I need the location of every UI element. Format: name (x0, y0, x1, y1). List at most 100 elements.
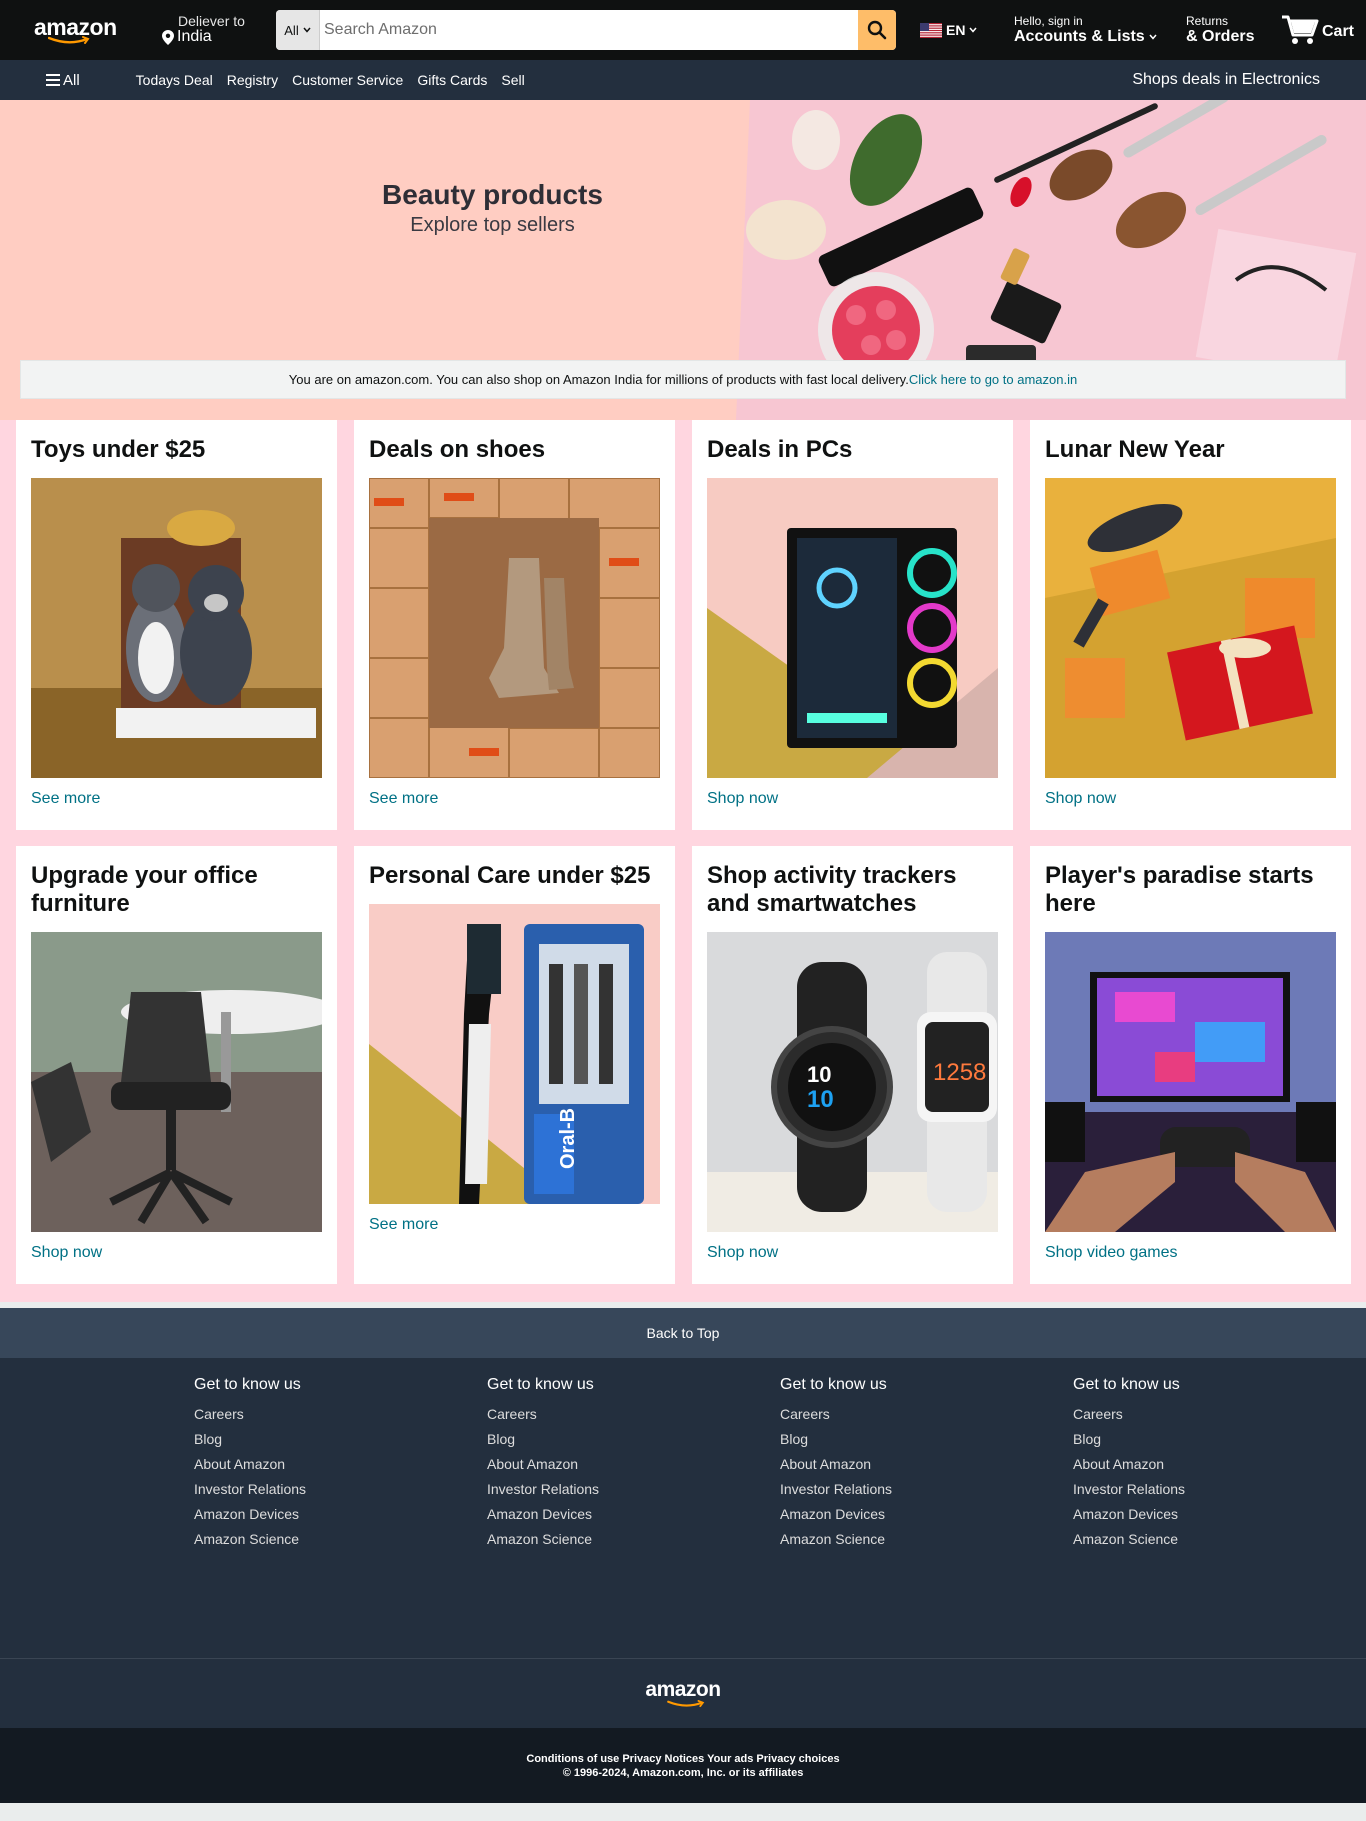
card-title: Deals on shoes (369, 436, 546, 463)
footer-link-blog[interactable]: Blog (487, 1427, 780, 1452)
toys-image[interactable] (31, 478, 322, 778)
see-more-link[interactable]: See more (369, 1216, 660, 1234)
footer-link-science[interactable]: Amazon Science (487, 1527, 780, 1552)
footer-link-devices[interactable]: Amazon Devices (1073, 1502, 1366, 1527)
subnav-gift-cards[interactable]: Gifts Cards (417, 72, 487, 88)
cart-label: Cart (1322, 23, 1355, 40)
all-menu-button[interactable]: All (46, 72, 80, 89)
top-navbar: amazon Deliever to India All Search Amaz… (0, 0, 1366, 60)
returns-orders-link[interactable]: Returns & Orders (1186, 14, 1268, 46)
search-input[interactable] (320, 10, 858, 50)
copyright-text: © 1996-2024, Amazon.com, Inc. or its aff… (562, 1766, 804, 1779)
footer-link-about[interactable]: About Amazon (1073, 1452, 1366, 1477)
footer-link-careers[interactable]: Careers (487, 1402, 780, 1427)
main-content: Beauty products Explore top sellers You … (0, 100, 1366, 1302)
hero-text: Beauty products Explore top sellers (0, 178, 985, 238)
card-toys: Toys under $25 See more (16, 420, 337, 830)
amazon-logo[interactable]: amazon (34, 15, 124, 45)
card-pcs: Deals in PCs Shop now (692, 420, 1013, 830)
language-selector[interactable]: EN (920, 22, 984, 38)
hero-title: Beauty products (382, 179, 603, 210)
region-notice: You are on amazon.com. You can also shop… (20, 360, 1346, 399)
back-to-top-label: Back to Top (646, 1325, 720, 1341)
back-to-top-button[interactable]: Back to Top (0, 1308, 1366, 1358)
card-video-games: Player's paradise starts here Shop video… (1030, 846, 1351, 1284)
hero-banner[interactable]: Beauty products Explore top sellers You … (0, 100, 1366, 420)
returns-label: Returns (1186, 14, 1229, 28)
secondary-navbar: All Todays Deal Registry Customer Servic… (0, 60, 1366, 100)
cart-button[interactable]: Cart (1280, 13, 1354, 47)
gaming-pc-image[interactable] (707, 478, 998, 778)
footer-link-investor-relations[interactable]: Investor Relations (194, 1477, 487, 1502)
shoes-image[interactable] (369, 478, 660, 778)
shop-now-link[interactable]: Shop now (707, 1244, 998, 1262)
card-title: Lunar New Year (1045, 436, 1225, 463)
footer-legal: Conditions of use Privacy Notices Your a… (0, 1728, 1366, 1803)
product-card-grid: Toys under $25 See more Deals on shoes S… (0, 420, 1366, 1302)
footer-logo[interactable]: amazon (0, 1658, 1366, 1728)
card-smartwatches: Shop activity trackers and smartwatches … (692, 846, 1013, 1284)
card-title: Player's paradise starts here (1045, 862, 1314, 917)
footer-link-devices[interactable]: Amazon Devices (487, 1502, 780, 1527)
footer-link-blog[interactable]: Blog (780, 1427, 1073, 1452)
footer-link-devices[interactable]: Amazon Devices (780, 1502, 1073, 1527)
search-button[interactable] (858, 10, 896, 50)
footer-link-devices[interactable]: Amazon Devices (194, 1502, 487, 1527)
shop-now-link[interactable]: Shop now (1045, 790, 1336, 808)
search-category-select[interactable]: All (276, 10, 320, 50)
svg-text:1258: 1258 (933, 1059, 986, 1086)
deliver-to-location[interactable]: Deliever to India (162, 14, 258, 46)
gift-boxes-image[interactable] (1045, 478, 1336, 778)
footer-link-investor-relations[interactable]: Investor Relations (780, 1477, 1073, 1502)
all-menu-label: All (63, 71, 80, 89)
subnav-sell[interactable]: Sell (501, 72, 524, 88)
footer-link-blog[interactable]: Blog (194, 1427, 487, 1452)
footer-link-science[interactable]: Amazon Science (1073, 1527, 1366, 1552)
electronics-deals-link[interactable]: Shops deals in Electronics (1132, 71, 1320, 89)
legal-links[interactable]: Conditions of use Privacy Notices Your a… (526, 1752, 839, 1766)
footer-link-investor-relations[interactable]: Investor Relations (487, 1477, 780, 1502)
subnav-registry[interactable]: Registry (227, 72, 278, 88)
footer-link-science[interactable]: Amazon Science (194, 1527, 487, 1552)
footer-column-title: Get to know us (487, 1376, 594, 1393)
see-more-link[interactable]: See more (31, 790, 322, 808)
see-more-link[interactable]: See more (369, 790, 660, 808)
footer-link-about[interactable]: About Amazon (780, 1452, 1073, 1477)
smartwatches-image[interactable]: 1258 10 10 (707, 932, 998, 1232)
footer-link-about[interactable]: About Amazon (194, 1452, 487, 1477)
shop-now-link[interactable]: Shop now (707, 790, 998, 808)
subnav-customer-service[interactable]: Customer Service (292, 72, 403, 88)
toothbrushes-image[interactable]: Oral-B (369, 904, 660, 1204)
account-lists-menu[interactable]: Hello, sign in Accounts & Lists (1014, 14, 1166, 46)
footer-column: Get to know us Careers Blog About Amazon… (1073, 1376, 1366, 1658)
card-title: Toys under $25 (31, 436, 206, 463)
language-code: EN (946, 22, 966, 38)
amazon-india-link[interactable]: Click here to go to amazon.in (909, 372, 1077, 387)
footer-link-about[interactable]: About Amazon (487, 1452, 780, 1477)
card-title: Upgrade your office furniture (31, 862, 258, 917)
footer-column-title: Get to know us (780, 1376, 887, 1393)
svg-text:Oral-B: Oral-B (557, 1108, 579, 1169)
chevron-down-icon (1149, 34, 1157, 40)
search-icon (867, 20, 887, 40)
card-lunar-new-year: Lunar New Year Shop now (1030, 420, 1351, 830)
chevron-down-icon (303, 27, 311, 33)
subnav-todays-deal[interactable]: Todays Deal (136, 72, 213, 88)
search-bar: All (276, 10, 896, 50)
footer-link-careers[interactable]: Careers (780, 1402, 1073, 1427)
card-title: Personal Care under $25 (369, 862, 651, 889)
footer-link-careers[interactable]: Careers (1073, 1402, 1366, 1427)
footer-link-careers[interactable]: Careers (194, 1402, 487, 1427)
shop-video-games-link[interactable]: Shop video games (1045, 1244, 1336, 1262)
footer-link-science[interactable]: Amazon Science (780, 1527, 1073, 1552)
footer-link-blog[interactable]: Blog (1073, 1427, 1366, 1452)
svg-text:10: 10 (807, 1086, 834, 1113)
smile-arrow-icon (667, 1700, 705, 1708)
footer-column: Get to know us Careers Blog About Amazon… (194, 1376, 487, 1658)
orders-label: & Orders (1186, 28, 1255, 45)
office-chair-image[interactable] (31, 932, 322, 1232)
shop-now-link[interactable]: Shop now (31, 1244, 322, 1262)
footer-logo-text: amazon (645, 1678, 721, 1701)
footer-link-investor-relations[interactable]: Investor Relations (1073, 1477, 1366, 1502)
gaming-setup-image[interactable] (1045, 932, 1336, 1232)
